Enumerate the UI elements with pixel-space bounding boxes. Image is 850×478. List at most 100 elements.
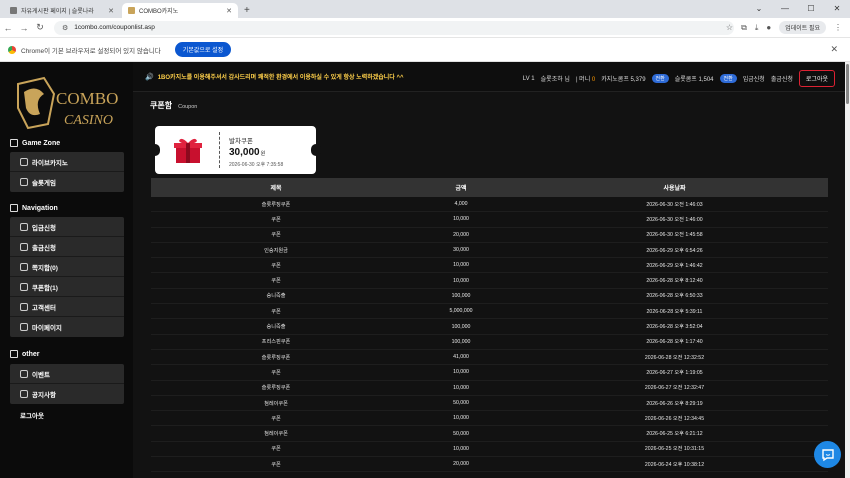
sidebar-logout-link[interactable]: 로그아웃 [20,410,44,420]
cell-date: 2026-06-30 오전 1:46:00 [646,216,703,223]
close-infobar-icon[interactable]: ✕ [830,44,838,55]
table-row: 슬롯루징쿠폰 4,000 2026-06-30 오전 1:46:03 [151,197,828,213]
cell-amount: 10,000 [453,369,469,376]
table-row: 인승지원금 30,000 2026-06-29 오후 6:54:26 [151,243,828,259]
tab-search-icon[interactable]: ⌄ [746,0,772,18]
sidebar-item-live-casino[interactable]: 라이브카지노 [10,152,124,172]
table-row: 첨레이쿠폰 50,000 2026-06-26 오후 8:29:19 [151,396,828,412]
section-title: other [22,350,40,358]
coupon-history-table: 제목 금액 사용날짜 슬롯루징쿠폰 4,000 2026-06-30 오전 1:46… [151,178,828,473]
cell-date: 2026-06-26 오전 12:34:45 [644,415,705,422]
cell-date: 2026-06-27 오후 1:19:05 [646,369,703,376]
cell-title: 인승지원금 [264,247,288,254]
page-subtitle: Coupon [178,104,198,110]
back-icon[interactable]: ← [0,23,16,33]
cell-amount: 10,000 [453,216,469,223]
default-browser-infobar: Chrome이 기본 브라우저로 설정되어 있지 않습니다 기본값으로 설정 ✕ [0,38,850,62]
sidebar-item-deposit[interactable]: 입금신청 [10,217,124,237]
download-icon[interactable]: ⤓ [755,23,759,33]
casino-convert-button[interactable]: 전환 [651,74,669,83]
table-row: 슬롯루징쿠폰 10,000 2026-06-27 오전 12:32:47 [151,381,828,396]
table-body: 슬롯루징쿠폰 4,000 2026-06-30 오전 1:46:03 쿠폰 10,000… [151,197,828,473]
other-icon [10,350,18,358]
page-scrollbar[interactable] [845,62,850,478]
menu-other: 이벤트 공지사항 [10,364,124,404]
cards-icon [20,157,28,166]
set-default-button[interactable]: 기본값으로 설정 [174,42,232,57]
slot-point-value: 1,504 [698,77,714,83]
main-content: 🔊 1BO카지노를 이용해주셔서 감사드리며 쾌적한 환경에서 이용하실 수 있… [133,62,845,478]
cell-date: 2026-06-28 오후 1:17:40 [646,339,703,346]
sidebar-item-coupons[interactable]: 쿠폰함(1) [10,277,124,297]
profile-icon[interactable]: ● [766,23,771,32]
money-label: 머니 [579,77,591,83]
sidebar-item-slot[interactable]: 슬롯게임 [10,172,124,192]
update-button[interactable]: 업데이트 필요 [779,21,826,34]
sidebar-item-event[interactable]: 이벤트 [10,364,124,384]
user-icon [20,323,28,331]
site-info-icon[interactable]: ⚙ [62,24,68,32]
casino-point: 카지노콤프 5,379 [601,74,645,83]
gift-icon [20,369,28,378]
scrollbar-thumb[interactable] [846,64,849,104]
cell-date: 2026-06-25 오전 10:31:15 [644,446,705,453]
bookmark-star-icon[interactable]: ☆ [726,23,733,32]
coupon-amount-value: 30,000 [229,147,260,158]
section-title: Game Zone [22,139,61,147]
notice-ticker: 🔊 1BO카지노를 이용해주셔서 감사드리며 쾌적한 환경에서 이용하실 수 있… [145,72,404,82]
chat-button[interactable] [814,441,841,468]
sidebar-item-label: 슬롯게임 [32,180,56,187]
section-title: Navigation [22,204,58,212]
header-deposit-link[interactable]: 입금신청 [743,74,765,83]
sidebar-item-withdraw[interactable]: 출금신청 [10,237,124,257]
section-navigation: Navigation [10,204,58,212]
cell-title: 슬롯루징쿠폰 [261,201,291,208]
cell-title: 쿠폰 [271,369,281,376]
sidebar-item-label: 쿠폰함(1) [32,284,58,292]
coupon-card[interactable]: 발차쿠폰 30,000원 2026-06-30 오후 7:35:58 [150,126,321,174]
section-game-zone: Game Zone [10,139,60,147]
sidebar-item-messages[interactable]: 쪽지함(0) [10,257,124,277]
coupon-amount: 30,000원 [229,147,265,158]
sidebar-item-notice[interactable]: 공지사항 [10,384,124,404]
cell-title: 쿠폰 [271,308,281,315]
slot-convert-button[interactable]: 전환 [719,74,737,83]
cell-date: 2026-06-24 오후 10:38:12 [644,461,705,468]
extensions-icon[interactable]: ⧉ [741,23,747,33]
cell-title: 슬롯루징쿠폰 [261,354,291,361]
tab-combo[interactable]: COMBO카지노 ✕ [122,3,238,18]
close-window-icon[interactable]: ✕ [824,0,850,18]
close-tab-icon[interactable]: ✕ [108,7,114,15]
table-row: 쿠폰 20,000 2026-06-24 오후 10:38:12 [151,457,828,473]
cell-amount: 100,000 [451,323,471,330]
maximize-icon[interactable]: ☐ [798,0,824,18]
reload-icon[interactable]: ↻ [32,22,48,33]
cell-amount: 50,000 [453,430,469,437]
table-row: 쿠폰 10,000 2026-06-26 오전 12:34:45 [151,411,828,427]
sidebar-item-label: 공지사항 [32,392,56,399]
table-header: 제목 금액 사용날짜 [151,178,828,197]
combo-casino-logo[interactable]: COMBO CASINO [14,74,124,136]
new-tab-icon[interactable]: + [244,3,250,18]
sidebar-item-mypage[interactable]: 마이페이지 [10,317,124,337]
tab-freeboard[interactable]: 자유게시판 페이지 | 슬롯나라 ✕ [4,3,120,18]
ticket-icon [20,282,28,291]
header-withdraw-link[interactable]: 출금신청 [771,74,793,83]
forward-icon[interactable]: → [16,23,32,33]
menu-icon[interactable]: ⋮ [834,23,842,32]
cell-title: 쿠폰 [271,415,281,422]
sidebar-item-support[interactable]: 고객센터 [10,297,124,317]
sidebar: COMBO CASINO Game Zone 라이브카지노 슬롯게임 Navig… [0,62,133,478]
cell-amount: 10,000 [453,277,469,284]
sidebar-item-label: 쪽지함(0) [32,264,58,272]
header-logout-button[interactable]: 로그아웃 [798,70,835,87]
cell-title: 슬롯루징쿠폰 [261,385,291,392]
cell-amount: 4,000 [454,201,468,208]
cell-amount: 10,000 [453,262,469,269]
cell-amount: 20,000 [453,231,469,238]
cell-date: 2026-06-28 오후 5:39:11 [646,308,703,315]
close-tab-icon[interactable]: ✕ [226,7,232,15]
minimize-icon[interactable]: — [772,0,798,18]
url-input[interactable]: ⚙ 1combo.com/couponlist.asp [54,20,734,35]
cell-amount: 10,000 [453,384,469,391]
